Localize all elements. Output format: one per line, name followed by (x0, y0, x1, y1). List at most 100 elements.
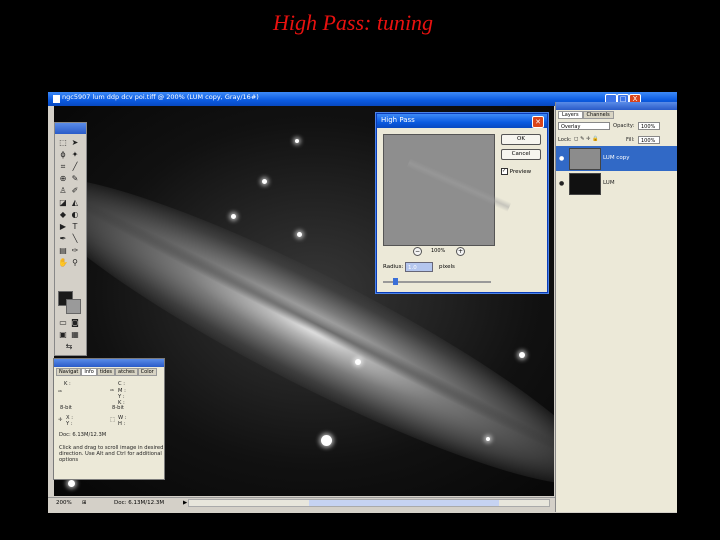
history-brush-icon[interactable]: ✐ (70, 186, 80, 195)
clone-stamp-icon[interactable]: ♙ (58, 186, 68, 195)
status-doc-size: Doc: 6.13M/12.3M (114, 500, 165, 506)
crosshair-icon: ✛ (58, 417, 63, 423)
healing-brush-icon[interactable]: ⊕ (58, 174, 68, 183)
tab-histories[interactable]: tides (96, 368, 116, 376)
layer-row-lum-copy[interactable]: ● LUM copy (556, 146, 677, 171)
window-title: ngc5907 lum ddp dcv poi.tiff @ 200% (LUM… (62, 93, 259, 101)
visibility-eye-icon[interactable]: ● (559, 180, 564, 187)
layer-row-lum[interactable]: ● LUM (556, 171, 677, 196)
line-tool-icon[interactable]: ╲ (70, 234, 80, 243)
cancel-button[interactable]: Cancel (501, 149, 541, 160)
opacity-label: Opacity: (613, 123, 635, 129)
info-bit-depth-left: 8-bit (60, 405, 72, 411)
eyedropper-icon: ✑ (58, 389, 63, 395)
lasso-tool-icon[interactable]: ϕ (58, 150, 68, 159)
photoshop-window: ngc5907 lum ddp dcv poi.tiff @ 200% (LUM… (48, 92, 677, 513)
high-pass-titlebar[interactable]: High Pass ✕ (377, 114, 547, 128)
layers-panel-header[interactable] (556, 102, 677, 110)
full-screen-mode-icon[interactable]: ▦ (70, 330, 80, 339)
document-icon (53, 95, 60, 103)
layer-name: LUM (603, 180, 615, 186)
layer-thumbnail (569, 173, 601, 195)
opacity-input[interactable]: 100% (638, 122, 660, 130)
zoom-tool-icon[interactable]: ⚲ (70, 258, 80, 267)
tab-swatches[interactable]: atches (115, 368, 138, 376)
layer-name: LUM copy (603, 155, 630, 161)
high-pass-title: High Pass (381, 116, 415, 124)
crop-tool-icon[interactable]: ⌗ (58, 162, 68, 171)
selection-size-icon: ⬚ (110, 417, 115, 423)
brush-tool-icon[interactable]: ✎ (70, 174, 80, 183)
eyedropper-icon[interactable]: ✑ (70, 246, 80, 255)
star (262, 179, 267, 184)
info-panel-header[interactable] (54, 359, 164, 367)
blur-tool-icon[interactable]: ◆ (58, 210, 68, 219)
ok-button[interactable]: OK (501, 134, 541, 145)
type-tool-icon[interactable]: T (70, 222, 80, 231)
quick-mask-icon[interactable]: ◙ (70, 318, 80, 327)
move-tool-icon[interactable]: ➤ (70, 138, 80, 147)
info-bit-depth-right: 8-bit (112, 405, 124, 411)
status-menu-arrow-icon[interactable]: ▶ (183, 500, 187, 506)
hand-tool-icon[interactable]: ✋ (58, 258, 68, 267)
jump-to-imageready-icon[interactable]: ⇆ (64, 342, 74, 351)
zoom-out-button[interactable]: − (413, 247, 422, 256)
standard-mode-icon[interactable]: ▭ (58, 318, 68, 327)
radius-slider[interactable] (383, 278, 491, 285)
tab-info[interactable]: Info (81, 368, 97, 376)
high-pass-dialog: High Pass ✕ − 100% + OK Cancel ✓ Preview… (376, 113, 548, 293)
visibility-eye-icon[interactable]: ● (559, 155, 564, 162)
status-zoom[interactable]: 200% (56, 500, 72, 506)
marquee-tool-icon[interactable]: ⬚ (58, 138, 68, 147)
layers-panel-tabs: Layers Channels (558, 111, 614, 119)
info-h-readout: H : (118, 421, 126, 427)
slice-tool-icon[interactable]: ╱ (70, 162, 80, 171)
preview-checkbox[interactable]: ✓ Preview (501, 168, 531, 175)
star (295, 139, 299, 143)
pen-tool-icon[interactable]: ✒ (58, 234, 68, 243)
dodge-tool-icon[interactable]: ◐ (70, 210, 80, 219)
status-info-icon[interactable]: ⊞ (82, 500, 87, 506)
info-panel-tabs: Navigat Info tides atches Color (56, 368, 162, 376)
paint-bucket-icon[interactable]: ◭ (70, 198, 80, 207)
tab-layers[interactable]: Layers (558, 111, 583, 119)
info-k-readout: K : (64, 381, 71, 387)
high-pass-preview-image[interactable] (383, 134, 512, 246)
horizontal-scrollbar[interactable] (188, 499, 550, 507)
star (355, 359, 361, 365)
radius-label: Radius: (383, 264, 404, 270)
preview-label: Preview (509, 169, 532, 175)
lock-label: Lock: (558, 137, 572, 143)
lock-icons[interactable]: ◻ ✎ ✛ 🔒 (574, 136, 598, 142)
preview-zoom-level: 100% (431, 248, 446, 254)
star (519, 352, 525, 358)
blend-mode-select[interactable]: Overlay (558, 122, 610, 130)
preview-galaxy-streak (406, 158, 512, 212)
radius-units: pixels (439, 264, 455, 270)
info-panel: Navigat Info tides atches Color K : ✑ C : ✑ … (53, 358, 165, 480)
tab-channels[interactable]: Channels (582, 111, 614, 119)
close-icon[interactable]: ✕ (532, 116, 544, 128)
eyedropper-icon: ✑ (110, 388, 115, 394)
tab-navigator[interactable]: Navigat (56, 368, 82, 376)
magic-wand-icon[interactable]: ✦ (70, 150, 80, 159)
info-y-coord-readout: Y : (66, 421, 73, 427)
zoom-in-button[interactable]: + (456, 247, 465, 256)
path-selection-icon[interactable]: ▶ (58, 222, 68, 231)
eraser-tool-icon[interactable]: ◪ (58, 198, 68, 207)
background-color-swatch[interactable] (66, 299, 81, 314)
checkbox-checked-icon[interactable]: ✓ (501, 168, 508, 175)
notes-tool-icon[interactable]: ▤ (58, 246, 68, 255)
horizontal-scrollbar-thumb[interactable] (309, 500, 499, 506)
radius-slider-thumb[interactable] (393, 278, 398, 285)
radius-input[interactable]: 1.0 (405, 262, 433, 272)
info-help-line-3: options (59, 457, 79, 463)
star (297, 232, 302, 237)
layer-thumbnail (569, 148, 601, 170)
toolbox-header[interactable] (55, 123, 86, 134)
info-doc-size: Doc: 6.13M/12.3M (59, 432, 107, 438)
layers-panel: Layers Channels Overlay Opacity: 100% Loc… (555, 102, 677, 512)
fill-input[interactable]: 100% (638, 136, 660, 144)
screen-mode-icon[interactable]: ▣ (58, 330, 68, 339)
tab-color[interactable]: Color (137, 368, 157, 376)
